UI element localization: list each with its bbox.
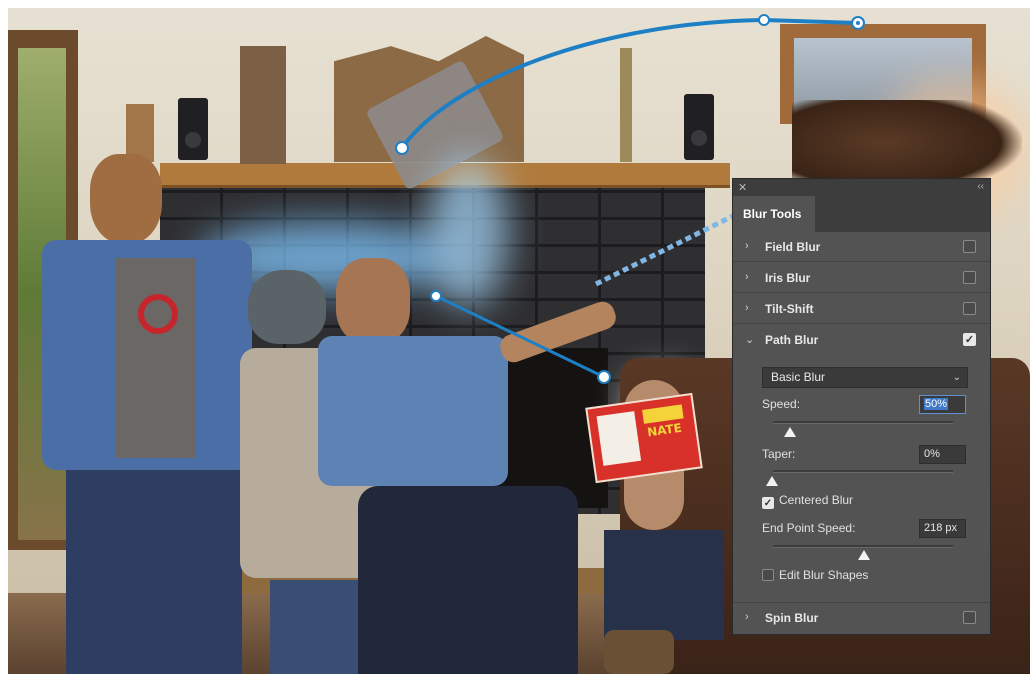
book-title: NATE [646, 420, 683, 440]
speed-value: 50% [924, 398, 949, 410]
end-point-speed-slider-thumb[interactable] [858, 550, 870, 560]
end-point-speed-slider-track[interactable] [773, 545, 953, 548]
section-label: Tilt-Shift [765, 302, 814, 316]
section-iris-blur[interactable]: › Iris Blur [733, 263, 990, 293]
path-curve-handle[interactable] [758, 14, 770, 26]
collapse-icon[interactable]: ‹‹ [977, 181, 984, 192]
chevron-down-icon[interactable]: ⌄ [745, 333, 754, 346]
chevron-right-icon[interactable]: › [745, 240, 749, 252]
chevron-down-icon: ⌄ [952, 372, 961, 383]
taper-field[interactable]: 0% [919, 445, 966, 464]
path2-end-handle[interactable] [597, 370, 611, 384]
panel-title-bar: ✕ ‹‹ [733, 179, 990, 196]
blur-tools-panel: ✕ ‹‹ Blur Tools › Field Blur › Iris Blur… [733, 179, 990, 634]
section-tilt-shift[interactable]: › Tilt-Shift [733, 294, 990, 324]
tilt-shift-checkbox[interactable] [963, 302, 976, 315]
chevron-right-icon[interactable]: › [745, 271, 749, 283]
chevron-right-icon[interactable]: › [745, 611, 749, 623]
taper-slider-thumb[interactable] [766, 476, 778, 486]
end-point-speed-field[interactable]: 218 px [919, 519, 966, 538]
speed-field[interactable]: 50% [919, 395, 966, 414]
section-label: Field Blur [765, 240, 821, 254]
right-speaker [684, 94, 714, 160]
blur-mode-select[interactable]: Basic Blur ⌄ [762, 367, 968, 388]
centered-blur-option[interactable]: ✓ Centered Blur [762, 493, 853, 509]
taper-slider-track[interactable] [773, 470, 953, 473]
wooden-post-decor [240, 46, 286, 164]
section-path-blur[interactable]: ⌄ Path Blur ✓ [733, 325, 990, 355]
dried-grass-vase [620, 48, 632, 162]
section-label: Iris Blur [765, 271, 811, 285]
path-blur-checkbox[interactable]: ✓ [963, 333, 976, 346]
centered-blur-label: Centered Blur [779, 493, 854, 507]
blur-mode-value: Basic Blur [771, 370, 826, 384]
taper-label: Taper: [762, 447, 796, 461]
path-end-handle[interactable] [851, 16, 865, 30]
section-spin-blur[interactable]: › Spin Blur [733, 602, 990, 634]
close-icon[interactable]: ✕ [738, 181, 747, 194]
edit-blur-shapes-label: Edit Blur Shapes [779, 568, 869, 582]
section-label: Spin Blur [765, 611, 819, 625]
path2-start-handle[interactable] [430, 290, 442, 302]
boy-figure [42, 154, 266, 674]
father-figure [318, 258, 620, 674]
section-label: Path Blur [765, 333, 819, 347]
end-point-speed-label: End Point Speed: [762, 521, 856, 535]
edit-blur-shapes-checkbox[interactable] [762, 569, 774, 581]
speed-slider-track[interactable] [773, 421, 953, 424]
taper-value: 0% [924, 448, 940, 460]
speed-slider-thumb[interactable] [784, 427, 796, 437]
panel-tab-bar: Blur Tools [733, 196, 990, 232]
flying-book: NATE [585, 392, 703, 484]
iris-blur-checkbox[interactable] [963, 271, 976, 284]
speed-label: Speed: [762, 397, 801, 411]
path-start-handle[interactable] [395, 141, 409, 155]
end-point-speed-value: 218 px [924, 522, 958, 534]
left-speaker [178, 98, 208, 160]
edit-blur-shapes-option[interactable]: Edit Blur Shapes [762, 568, 868, 582]
spin-blur-checkbox[interactable] [963, 611, 976, 624]
centered-blur-checkbox[interactable]: ✓ [762, 497, 774, 509]
section-field-blur[interactable]: › Field Blur [733, 232, 990, 262]
chevron-right-icon[interactable]: › [745, 302, 749, 314]
field-blur-checkbox[interactable] [963, 240, 976, 253]
tab-blur-tools[interactable]: Blur Tools [733, 196, 815, 232]
